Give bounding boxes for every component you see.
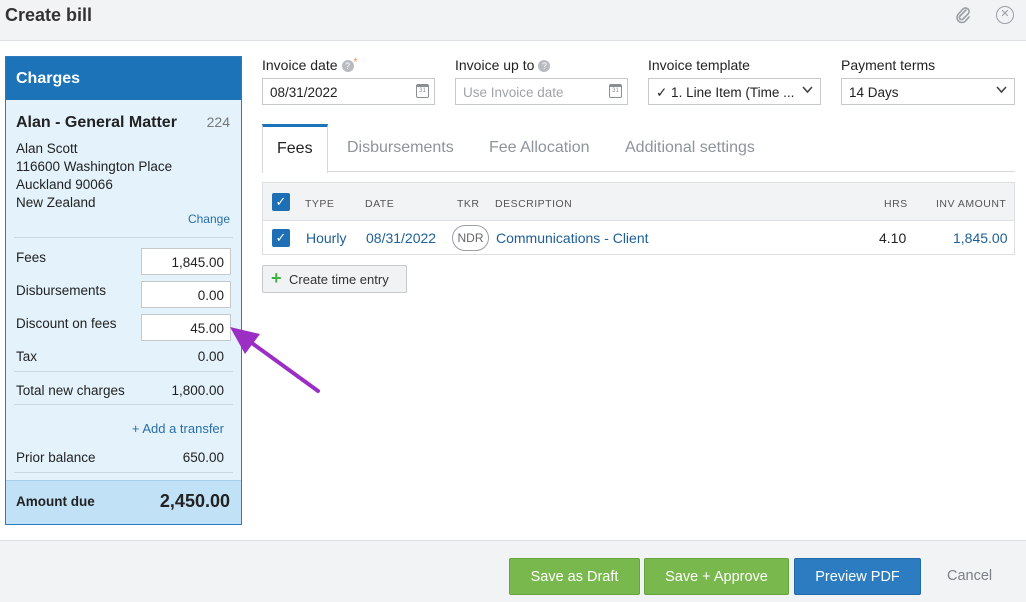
- payment-terms-value: 14 Days: [849, 85, 899, 100]
- invoice-up-to-placeholder: Use Invoice date: [463, 85, 564, 100]
- row-type[interactable]: Hourly: [306, 230, 346, 246]
- cancel-button[interactable]: Cancel: [947, 568, 992, 584]
- timekeeper-badge: NDR: [452, 225, 489, 251]
- tax-label: Tax: [16, 349, 38, 364]
- col-inv-amount: INV AMOUNT: [936, 198, 1007, 210]
- address-country: New Zealand: [16, 195, 96, 210]
- tax-value: 0.00: [197, 349, 224, 364]
- tab-bar: Fees Disbursements Fee Allocation Additi…: [262, 124, 1015, 173]
- disbursements-label: Disbursements: [16, 283, 107, 298]
- row-hrs: 4.10: [879, 230, 907, 246]
- divider: [14, 371, 233, 372]
- invoice-date-label: Invoice date? *: [262, 57, 358, 73]
- dialog-footer: Save as Draft Save + Approve Preview PDF…: [0, 540, 1026, 602]
- invoice-date-input[interactable]: 08/31/2022 31: [262, 78, 435, 105]
- dialog-header: Create bill ✕: [0, 0, 1026, 41]
- tab-fee-allocation[interactable]: Fee Allocation: [489, 124, 590, 172]
- add-transfer-link[interactable]: + Add a transfer: [132, 421, 224, 436]
- template-select[interactable]: ✓ 1. Line Item (Time ...: [648, 78, 821, 105]
- tabs-underline: [262, 171, 1015, 172]
- amount-due-label: Amount due: [16, 494, 95, 509]
- divider: [14, 404, 233, 405]
- prior-balance-label: Prior balance: [16, 450, 96, 465]
- fees-label: Fees: [16, 250, 47, 265]
- matter-number: 224: [206, 114, 230, 130]
- charges-panel: Charges Alan - General Matter 224 Alan S…: [5, 56, 242, 525]
- prior-balance-value: 650.00: [182, 450, 224, 465]
- invoice-up-to-input[interactable]: Use Invoice date 31: [455, 78, 628, 105]
- divider: [14, 237, 233, 238]
- charges-heading: Charges: [6, 57, 241, 100]
- divider: [14, 472, 233, 473]
- row-checkbox[interactable]: ✓: [272, 229, 290, 247]
- address-line: 116600 Washington Place: [16, 159, 173, 174]
- select-all-checkbox[interactable]: ✓: [272, 193, 290, 211]
- client-name: Alan Scott: [16, 141, 78, 156]
- close-icon[interactable]: ✕: [996, 6, 1014, 24]
- create-time-entry-button[interactable]: + Create time entry: [262, 265, 407, 293]
- tab-additional-settings[interactable]: Additional settings: [625, 124, 755, 172]
- help-icon[interactable]: ?: [538, 60, 551, 72]
- total-value: 1,800.00: [171, 383, 224, 398]
- annotation-arrow-icon: [230, 327, 320, 393]
- change-link[interactable]: Change: [188, 212, 230, 226]
- discount-input[interactable]: 45.00: [141, 314, 231, 341]
- col-hrs: HRS: [884, 198, 908, 210]
- save-as-draft-button[interactable]: Save as Draft: [509, 558, 640, 595]
- invoice-date-value: 08/31/2022: [270, 85, 338, 100]
- tab-disbursements[interactable]: Disbursements: [347, 124, 454, 172]
- matter-name: Alan - General Matter: [16, 114, 177, 131]
- col-type: TYPE: [305, 198, 335, 210]
- create-time-entry-label: Create time entry: [289, 272, 389, 287]
- col-date: DATE: [365, 198, 395, 210]
- discount-label: Discount on fees: [16, 316, 117, 331]
- paperclip-icon[interactable]: [954, 6, 972, 24]
- row-date[interactable]: 08/31/2022: [366, 230, 436, 246]
- help-icon[interactable]: ?: [341, 60, 354, 72]
- address-city: Auckland 90066: [16, 177, 113, 192]
- dialog-title: Create bill: [5, 5, 93, 25]
- tab-fees[interactable]: Fees: [262, 124, 328, 173]
- calendar-icon[interactable]: 31: [416, 84, 429, 98]
- preview-pdf-button[interactable]: Preview PDF: [794, 558, 921, 595]
- row-description[interactable]: Communications - Client: [496, 230, 649, 246]
- required-marker: *: [353, 57, 358, 68]
- col-tkr: TKR: [457, 198, 480, 210]
- template-label: Invoice template: [648, 57, 750, 73]
- calendar-icon[interactable]: 31: [609, 84, 622, 98]
- row-amount[interactable]: 1,845.00: [953, 230, 1008, 246]
- amount-due-value: 2,450.00: [159, 491, 230, 511]
- invoice-up-to-label: Invoice up to?: [455, 57, 551, 73]
- chevron-down-icon: [996, 85, 1007, 97]
- payment-terms-label: Payment terms: [841, 57, 936, 73]
- col-description: DESCRIPTION: [495, 198, 573, 210]
- fees-input[interactable]: 1,845.00: [141, 248, 231, 275]
- table-row[interactable]: ✓ Hourly 08/31/2022 NDR Communications -…: [262, 221, 1015, 255]
- table-header: ✓ TYPE DATE TKR DESCRIPTION HRS INV AMOU…: [262, 182, 1015, 221]
- save-approve-button[interactable]: Save + Approve: [644, 558, 789, 595]
- plus-icon: +: [271, 268, 282, 288]
- amount-due-bar: Amount due 2,450.00: [6, 480, 241, 524]
- template-value: ✓ 1. Line Item (Time ...: [656, 85, 795, 100]
- chevron-down-icon: [802, 85, 813, 97]
- total-label: Total new charges: [16, 383, 125, 398]
- payment-terms-select[interactable]: 14 Days: [841, 78, 1015, 105]
- disbursements-input[interactable]: 0.00: [141, 281, 231, 308]
